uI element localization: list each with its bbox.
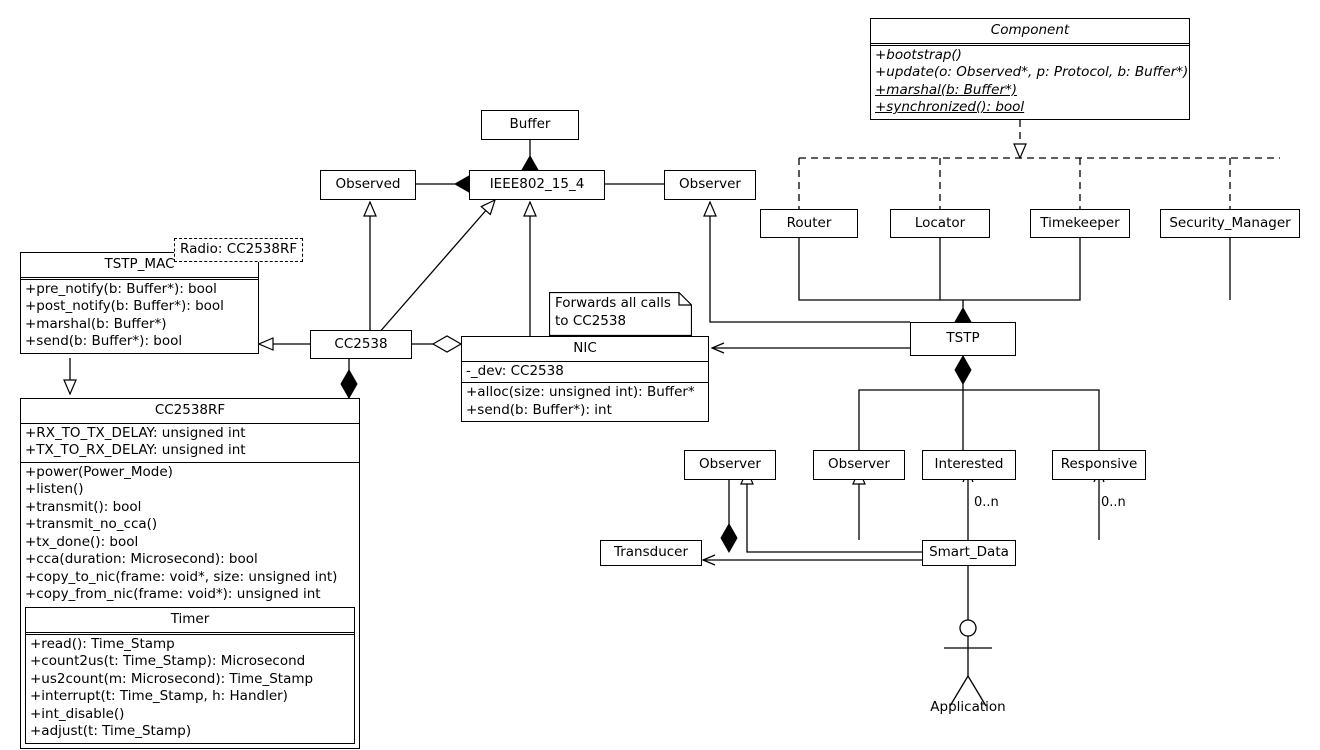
class-ieee802-15-4[interactable]: IEEE802_15_4 — [469, 170, 605, 200]
class-observer-title: Observer — [828, 456, 890, 473]
class-component[interactable]: Component +bootstrap() +update(o: Observ… — [870, 18, 1190, 120]
operation-row: +marshal(b: Buffer*) — [875, 81, 1018, 98]
class-tstp-mac[interactable]: TSTP_MAC +pre_notify(b: Buffer*): bool +… — [20, 252, 259, 354]
nested-class-timer-title: Timer — [170, 611, 210, 628]
operation-row: +power(Power_Mode) — [25, 463, 173, 480]
operation-row: +copy_from_nic(frame: void*): unsigned i… — [25, 586, 321, 603]
note-forwards-calls: Forwards all calls to CC2538 — [549, 292, 692, 336]
operation-row: +send(b: Buffer*): bool — [25, 333, 183, 350]
nested-class-timer-operations: +read(): Time_Stamp +count2us(t: Time_St… — [26, 633, 354, 743]
class-component-title: Component — [990, 22, 1070, 38]
class-observer-title: Observer — [679, 176, 741, 193]
operation-row: +send(b: Buffer*): int — [466, 401, 612, 418]
class-transducer[interactable]: Transducer — [600, 540, 702, 566]
class-observer-transducer[interactable]: Observer — [684, 450, 776, 480]
note-text: Forwards all calls to CC2538 — [555, 295, 671, 329]
class-nic-attributes: -_dev: CC2538 — [462, 360, 708, 383]
attribute-row: -_dev: CC2538 — [466, 362, 564, 379]
class-nic[interactable]: NIC -_dev: CC2538 +alloc(size: unsigned … — [461, 336, 709, 423]
class-responsive-title: Responsive — [1060, 456, 1138, 473]
operation-row: +pre_notify(b: Buffer*): bool — [25, 280, 217, 297]
operation-row: +post_notify(b: Buffer*): bool — [25, 298, 224, 315]
class-observer-top[interactable]: Observer — [664, 170, 756, 200]
multiplicity-interested: 0..n — [974, 495, 999, 510]
operation-row: +tx_done(): bool — [25, 533, 139, 550]
class-cc2538[interactable]: CC2538 — [310, 330, 412, 359]
operation-row: +int_disable() — [30, 705, 125, 722]
template-binding-radio: Radio: CC2538RF — [174, 238, 304, 262]
class-observed-title: Observed — [335, 176, 401, 193]
operation-row: +adjust(t: Time_Stamp) — [30, 723, 192, 740]
operation-row: +cca(duration: Microsecond): bool — [25, 551, 258, 568]
nested-class-timer[interactable]: Timer +read(): Time_Stamp +count2us(t: T… — [25, 607, 355, 744]
class-observed-top[interactable]: Observed — [320, 170, 416, 200]
class-cc2538rf[interactable]: CC2538RF +RX_TO_TX_DELAY: unsigned int +… — [20, 398, 360, 749]
operation-row: +copy_to_nic(frame: void*, size: unsigne… — [25, 568, 338, 585]
operation-row: +read(): Time_Stamp — [30, 635, 175, 652]
class-nic-title: NIC — [573, 340, 597, 356]
class-router[interactable]: Router — [760, 209, 858, 238]
class-tstp[interactable]: TSTP — [910, 322, 1016, 356]
operation-row: +count2us(t: Time_Stamp): Microsecond — [30, 653, 306, 670]
operation-row: +listen() — [25, 481, 84, 498]
operation-row: +marshal(b: Buffer*) — [25, 315, 167, 332]
attribute-row: +TX_TO_RX_DELAY: unsigned int — [25, 442, 246, 459]
operation-row: +us2count(m: Microsecond): Time_Stamp — [30, 670, 314, 687]
multiplicity-responsive: 0..n — [1101, 495, 1126, 510]
class-transducer-title: Transducer — [613, 544, 689, 561]
class-locator[interactable]: Locator — [890, 209, 990, 238]
class-security-manager-title: Security_Manager — [1169, 214, 1291, 231]
operation-row: +alloc(size: unsigned int): Buffer* — [466, 384, 695, 401]
class-observer-smartdata[interactable]: Observer — [813, 450, 905, 480]
class-component-operations: +bootstrap() +update(o: Observed*, p: Pr… — [871, 44, 1189, 119]
class-cc2538-title: CC2538 — [334, 335, 388, 352]
class-ieee-title: IEEE802_15_4 — [489, 176, 585, 193]
class-tstp-title: TSTP — [946, 330, 980, 347]
operation-row: +interrupt(t: Time_Stamp, h: Handler) — [30, 688, 288, 705]
uml-diagram-canvas: Component +bootstrap() +update(o: Observ… — [0, 0, 1320, 750]
operation-row: +transmit_no_cca() — [25, 516, 158, 533]
class-smart-data-title: Smart_Data — [929, 544, 1009, 561]
class-tstp-mac-operations: +pre_notify(b: Buffer*): bool +post_noti… — [21, 278, 258, 353]
operation-row: +update(o: Observed*, p: Protocol, b: Bu… — [875, 64, 1189, 81]
class-buffer-title: Buffer — [509, 116, 551, 133]
class-timekeeper-title: Timekeeper — [1040, 214, 1120, 231]
class-interested[interactable]: Interested — [922, 450, 1016, 480]
operation-row: +transmit(): bool — [25, 498, 142, 515]
class-cc2538rf-attributes: +RX_TO_TX_DELAY: unsigned int +TX_TO_RX_… — [21, 422, 359, 462]
class-timekeeper[interactable]: Timekeeper — [1030, 209, 1130, 238]
actor-application-label: Application — [930, 699, 1006, 715]
class-interested-title: Interested — [934, 456, 1004, 473]
operation-row: +bootstrap() — [875, 46, 962, 63]
class-observer-title: Observer — [699, 456, 761, 473]
class-buffer[interactable]: Buffer — [481, 110, 579, 140]
class-router-title: Router — [786, 214, 832, 231]
class-locator-title: Locator — [914, 214, 966, 231]
class-cc2538rf-title: CC2538RF — [154, 402, 226, 418]
operation-row: +synchronized(): bool — [875, 99, 1025, 116]
class-smart-data[interactable]: Smart_Data — [922, 540, 1016, 566]
class-responsive[interactable]: Responsive — [1052, 450, 1146, 480]
attribute-row: +RX_TO_TX_DELAY: unsigned int — [25, 424, 246, 441]
class-security-manager[interactable]: Security_Manager — [1160, 209, 1300, 238]
class-cc2538rf-operations: +power(Power_Mode) +listen() +transmit()… — [21, 461, 359, 748]
class-nic-operations: +alloc(size: unsigned int): Buffer* +sen… — [462, 382, 708, 421]
